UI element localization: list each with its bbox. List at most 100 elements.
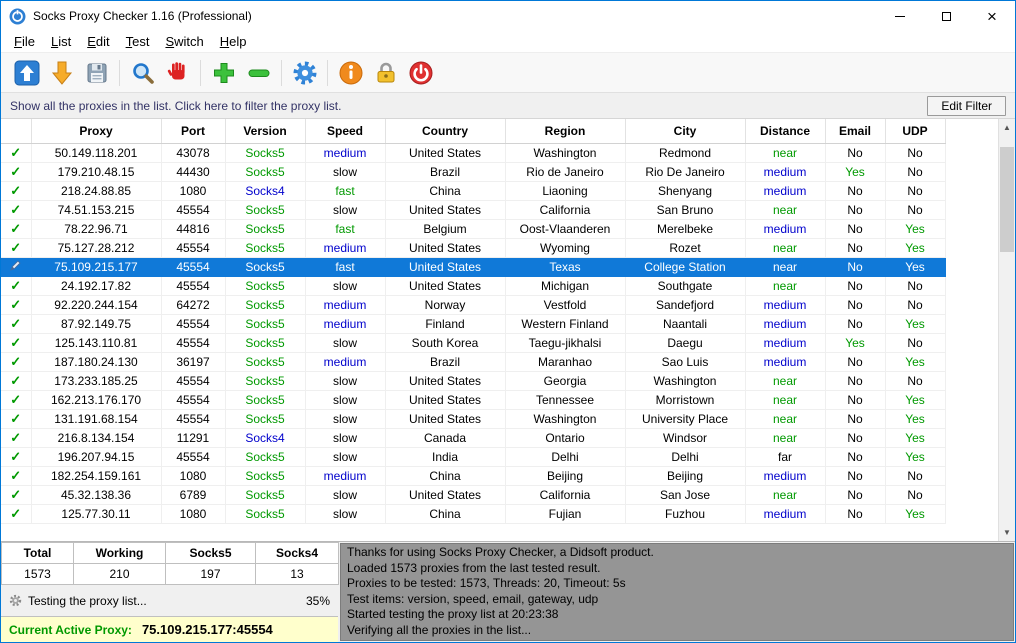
cell-email: No <box>825 314 885 333</box>
lock-icon <box>373 60 399 86</box>
vertical-scrollbar[interactable]: ▲ ▼ <box>998 119 1015 541</box>
menu-test[interactable]: Test <box>118 33 158 50</box>
cell-distance: medium <box>745 181 825 200</box>
cell-speed: medium <box>305 352 385 371</box>
cell-region: Michigan <box>505 276 625 295</box>
column-header-proxy[interactable]: Proxy <box>31 119 161 143</box>
add-button[interactable] <box>206 56 241 89</box>
table-row[interactable]: ✓87.92.149.7545554Socks5mediumFinlandWes… <box>1 314 945 333</box>
cell-region: Washington <box>505 409 625 428</box>
column-header-port[interactable]: Port <box>161 119 225 143</box>
table-row[interactable]: ✓78.22.96.7144816Socks5fastBelgiumOost-V… <box>1 219 945 238</box>
exit-button[interactable] <box>403 56 438 89</box>
plus-icon <box>211 60 237 86</box>
proxy-table-header-row: ProxyPortVersionSpeedCountryRegionCityDi… <box>1 119 945 143</box>
table-row[interactable]: ✓75.127.28.21245554Socks5mediumUnited St… <box>1 238 945 257</box>
table-row[interactable]: ✓182.254.159.1611080Socks5mediumChinaBei… <box>1 466 945 485</box>
cell-port: 45554 <box>161 390 225 409</box>
table-row[interactable]: ✓173.233.185.2545554Socks5slowUnited Sta… <box>1 371 945 390</box>
cell-udp: No <box>885 181 945 200</box>
status-check-icon: ✓ <box>1 295 31 314</box>
scroll-down-icon[interactable]: ▼ <box>999 524 1015 541</box>
menu-switch[interactable]: Switch <box>157 33 211 50</box>
column-header-email[interactable]: Email <box>825 119 885 143</box>
cell-city: Sandefjord <box>625 295 745 314</box>
upload-button[interactable] <box>9 56 44 89</box>
toolbar-separator <box>119 60 120 86</box>
search-button[interactable] <box>125 56 160 89</box>
cell-port: 44816 <box>161 219 225 238</box>
table-row[interactable]: ✓74.51.153.21545554Socks5slowUnited Stat… <box>1 200 945 219</box>
cell-proxy: 24.192.17.82 <box>31 276 161 295</box>
save-icon <box>84 60 110 86</box>
column-header-speed[interactable]: Speed <box>305 119 385 143</box>
menu-file[interactable]: File <box>6 33 43 50</box>
table-row[interactable]: ✓92.220.244.15464272Socks5mediumNorwayVe… <box>1 295 945 314</box>
column-header-city[interactable]: City <box>625 119 745 143</box>
table-row[interactable]: ✓216.8.134.15411291Socks4slowCanadaOntar… <box>1 428 945 447</box>
cell-city: San Jose <box>625 485 745 504</box>
stop-hand-icon <box>165 60 191 86</box>
cell-udp: Yes <box>885 409 945 428</box>
log-panel[interactable]: Thanks for using Socks Proxy Checker, a … <box>340 543 1014 641</box>
cell-email: No <box>825 447 885 466</box>
column-header-region[interactable]: Region <box>505 119 625 143</box>
save-button[interactable] <box>79 56 114 89</box>
cell-country: United States <box>385 276 505 295</box>
cell-country: United States <box>385 238 505 257</box>
progress-row: Testing the proxy list... 35% <box>1 585 338 616</box>
column-header-udp[interactable]: UDP <box>885 119 945 143</box>
cell-region: Tennessee <box>505 390 625 409</box>
column-header-distance[interactable]: Distance <box>745 119 825 143</box>
table-row[interactable]: ✓218.24.88.851080Socks4fastChinaLiaoning… <box>1 181 945 200</box>
filter-message[interactable]: Show all the proxies in the list. Click … <box>10 99 341 113</box>
edit-filter-button[interactable]: Edit Filter <box>927 96 1006 116</box>
download-icon <box>49 60 75 86</box>
table-row[interactable]: ✓125.77.30.111080Socks5slowChinaFujianFu… <box>1 504 945 523</box>
info-button[interactable] <box>333 56 368 89</box>
table-row[interactable]: ✓45.32.138.366789Socks5slowUnited States… <box>1 485 945 504</box>
toolbar <box>1 53 1015 93</box>
download-button[interactable] <box>44 56 79 89</box>
toolbar-separator <box>200 60 201 86</box>
cell-region: Delhi <box>505 447 625 466</box>
table-row[interactable]: ✓125.143.110.8145554Socks5slowSouth Kore… <box>1 333 945 352</box>
column-header-version[interactable]: Version <box>225 119 305 143</box>
scrollbar-thumb[interactable] <box>1000 147 1014 252</box>
minimize-button[interactable] <box>877 1 923 31</box>
summary-value-socks5: 197 <box>166 564 256 585</box>
scroll-up-icon[interactable]: ▲ <box>999 119 1015 136</box>
maximize-button[interactable] <box>923 1 969 31</box>
log-line: Proxies to be tested: 1573, Threads: 20,… <box>347 576 1007 592</box>
cell-version: Socks5 <box>225 390 305 409</box>
cell-proxy: 196.207.94.15 <box>31 447 161 466</box>
cell-email: No <box>825 466 885 485</box>
table-row[interactable]: ✓50.149.118.20143078Socks5mediumUnited S… <box>1 143 945 162</box>
cell-city: San Bruno <box>625 200 745 219</box>
settings-button[interactable] <box>287 56 322 89</box>
lock-button[interactable] <box>368 56 403 89</box>
table-row[interactable]: ✓24.192.17.8245554Socks5slowUnited State… <box>1 276 945 295</box>
status-check-icon: ✓ <box>1 371 31 390</box>
cell-country: India <box>385 447 505 466</box>
cell-udp: No <box>885 333 945 352</box>
menu-help[interactable]: Help <box>212 33 255 50</box>
table-row[interactable]: 75.109.215.17745554Socks5fastUnited Stat… <box>1 257 945 276</box>
table-row[interactable]: ✓187.180.24.13036197Socks5mediumBrazilMa… <box>1 352 945 371</box>
summary-table: Total Working Socks5 Socks4 1573 210 197… <box>1 542 339 585</box>
table-row[interactable]: ✓131.191.68.15445554Socks5slowUnited Sta… <box>1 409 945 428</box>
table-row[interactable]: ✓162.213.176.17045554Socks5slowUnited St… <box>1 390 945 409</box>
table-row[interactable]: ✓179.210.48.1544430Socks5slowBrazilRio d… <box>1 162 945 181</box>
menu-list[interactable]: List <box>43 33 79 50</box>
close-button[interactable]: × <box>969 1 1015 31</box>
cell-country: South Korea <box>385 333 505 352</box>
remove-button[interactable] <box>241 56 276 89</box>
status-check-icon: ✓ <box>1 162 31 181</box>
cell-version: Socks5 <box>225 504 305 523</box>
column-header-country[interactable]: Country <box>385 119 505 143</box>
column-header-status[interactable] <box>1 119 31 143</box>
stop-button[interactable] <box>160 56 195 89</box>
menu-edit[interactable]: Edit <box>79 33 117 50</box>
table-row[interactable]: ✓196.207.94.1545554Socks5slowIndiaDelhiD… <box>1 447 945 466</box>
active-proxy-label: Current Active Proxy: <box>9 623 132 637</box>
